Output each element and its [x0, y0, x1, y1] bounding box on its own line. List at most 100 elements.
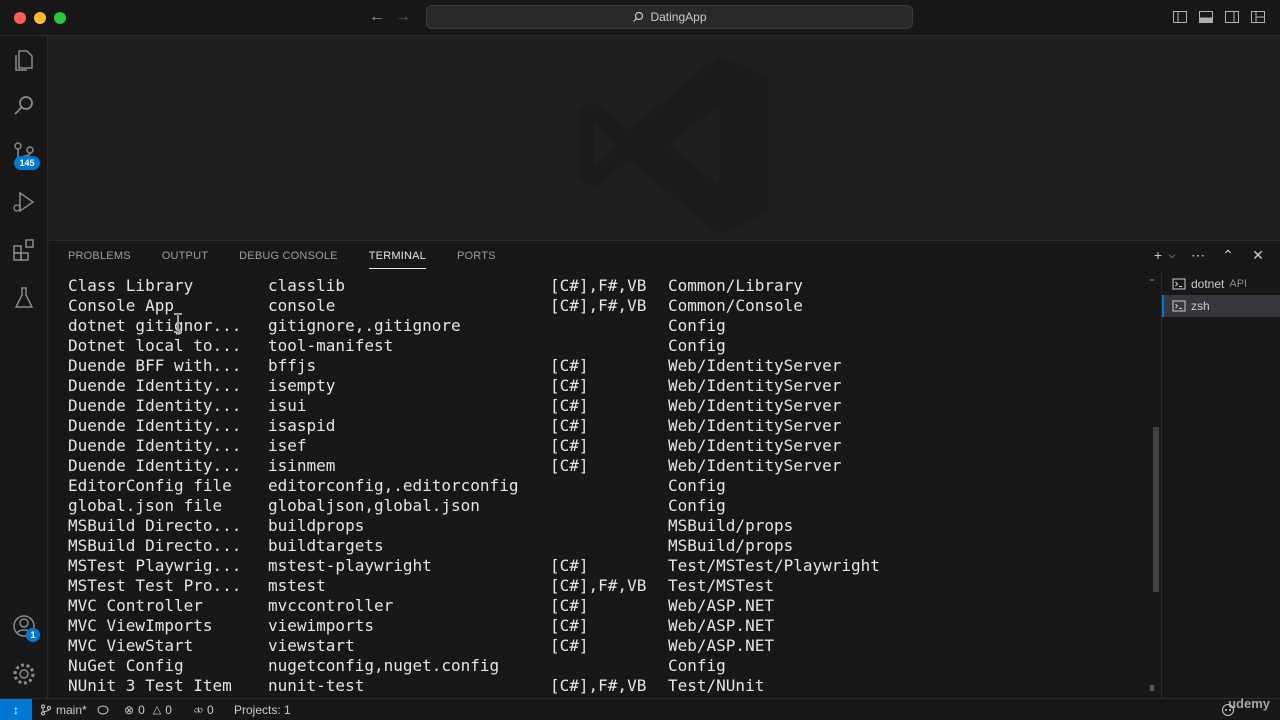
template-language: [C#]	[550, 616, 589, 635]
search-icon	[633, 11, 644, 22]
terminal-line: NuGet Config nugetconfig,nuget.config Conf…	[68, 656, 1148, 676]
command-center-search[interactable]: DatingApp	[426, 5, 913, 29]
terminal-line: MSTest Playwrig... mstest-playwright [C#] T…	[68, 556, 1148, 576]
terminal-line: Class Library classlib [C#],F#,VB Common/Li…	[68, 276, 1148, 296]
terminal-line: MVC Controller mvccontroller [C#] Web/ASP.N…	[68, 596, 1148, 616]
terminal-line: Duende Identity... isempty [C#] Web/Identit…	[68, 376, 1148, 396]
template-tags: Web/IdentityServer	[668, 356, 842, 375]
terminal-line: Console App console [C#],F#,VB Common/Conso…	[68, 296, 1148, 316]
template-name: Duende Identity...	[68, 416, 242, 435]
arrow-left-icon[interactable]: ←	[368, 8, 386, 26]
extensions-icon[interactable]	[10, 236, 38, 264]
terminal-line: Duende Identity... isui [C#] Web/IdentitySe…	[68, 396, 1148, 416]
panel-tabs: PROBLEMS OUTPUT DEBUG CONSOLE TERMINAL P…	[49, 241, 508, 271]
template-short-name: mstest-playwright	[268, 556, 432, 575]
terminal-line: MSTest Test Pro... mstest [C#],F#,VB Test/M…	[68, 576, 1148, 596]
template-short-name: buildtargets	[268, 536, 384, 555]
toggle-secondary-sidebar-icon[interactable]	[1224, 9, 1240, 25]
files-icon[interactable]	[10, 46, 38, 74]
tab-output[interactable]: OUTPUT	[143, 241, 220, 271]
customize-layout-icon[interactable]	[1250, 9, 1266, 25]
template-language: [C#]	[550, 436, 589, 455]
template-tags: Test/MSTest	[668, 576, 774, 595]
terminal-line: Duende Identity... isinmem [C#] Web/Identit…	[68, 456, 1148, 476]
maximize-panel-icon[interactable]: ⌃	[1220, 247, 1236, 263]
branch-label: main*	[56, 703, 87, 717]
template-tags: Test/MSTest/Playwright	[668, 556, 880, 575]
problems-status[interactable]: ⊗ 0 △ 0	[124, 699, 172, 720]
template-short-name: bffjs	[268, 356, 317, 375]
remote-indicator-icon[interactable]: ↕	[0, 699, 32, 720]
zoom-window-button[interactable]	[54, 12, 66, 24]
terminal-line: Duende Identity... isef [C#] Web/IdentitySe…	[68, 436, 1148, 456]
branch-status[interactable]: main*	[40, 699, 87, 720]
template-short-name: isef	[268, 436, 307, 455]
terminal-icon	[1172, 278, 1186, 290]
template-name: Duende Identity...	[68, 396, 242, 415]
terminal-item-dotnet[interactable]: dotnet API	[1162, 273, 1280, 295]
ports-status[interactable]: ⧞ 0	[194, 699, 214, 720]
search-icon[interactable]	[10, 92, 38, 120]
close-panel-icon[interactable]: ✕	[1250, 247, 1266, 263]
template-name: Console App	[68, 296, 174, 315]
template-language: [C#],F#,VB	[550, 276, 647, 295]
gear-icon[interactable]	[10, 660, 38, 688]
template-short-name: editorconfig,.editorconfig	[268, 476, 519, 495]
activity-bar: 145 1	[0, 36, 48, 698]
template-short-name: isempty	[268, 376, 336, 395]
template-name: MSBuild Directo...	[68, 516, 242, 535]
terminal-line: EditorConfig file editorconfig,.editorcon…	[68, 476, 1148, 496]
template-language: [C#]	[550, 636, 589, 655]
template-tags: Web/IdentityServer	[668, 416, 842, 435]
template-tags: Web/IdentityServer	[668, 456, 842, 475]
template-short-name: classlib	[268, 276, 346, 295]
terminal-item-sublabel: API	[1229, 278, 1248, 290]
template-tags: Web/IdentityServer	[668, 436, 842, 455]
terminal-line: MSBuild Directo... buildtargets MSBuild/pr…	[68, 536, 1148, 556]
template-short-name: gitignore,.gitignore	[268, 316, 461, 335]
command-center-label: DatingApp	[650, 10, 707, 24]
template-tags: Web/IdentityServer	[668, 396, 842, 415]
arrow-right-icon[interactable]: →	[394, 8, 412, 26]
template-language: [C#]	[550, 356, 589, 375]
tab-ports[interactable]: PORTS	[438, 241, 508, 271]
terminal-scrollbar-thumb[interactable]	[1153, 427, 1159, 592]
terminal-line: NUnit 3 Test Item nunit-test [C#],F#,VB Tes…	[68, 676, 1148, 696]
template-name: MSTest Test Pro...	[68, 576, 242, 595]
template-name: MVC ViewImports	[68, 616, 213, 635]
template-tags: Config	[668, 476, 726, 495]
template-tags: Web/ASP.NET	[668, 616, 774, 635]
projects-status[interactable]: Projects: 1	[234, 699, 291, 720]
sync-icon[interactable]	[96, 704, 110, 716]
chevron-down-icon[interactable]: ⌵	[1168, 247, 1176, 263]
editor-area[interactable]	[49, 36, 1280, 240]
template-language: [C#],F#,VB	[550, 296, 647, 315]
template-language: [C#],F#,VB	[550, 676, 647, 695]
tab-problems[interactable]: PROBLEMS	[49, 241, 143, 271]
more-actions-icon[interactable]: ⋯	[1190, 247, 1206, 263]
flask-icon[interactable]	[10, 284, 38, 312]
terminal-list: dotnet API zsh	[1161, 271, 1280, 699]
new-terminal-icon[interactable]: +	[1150, 247, 1166, 263]
toggle-primary-sidebar-icon[interactable]	[1172, 9, 1188, 25]
title-bar: ← → DatingApp	[0, 0, 1280, 36]
template-name: dotnet gitignor...	[68, 316, 242, 335]
template-tags: Config	[668, 336, 726, 355]
template-name: MVC Controller	[68, 596, 203, 615]
terminal-output[interactable]: Class Library classlib [C#],F#,VB Common/Li…	[68, 276, 1148, 696]
run-debug-icon[interactable]	[10, 188, 38, 216]
template-name: Dotnet local to...	[68, 336, 242, 355]
source-control-badge: 145	[14, 156, 40, 170]
template-tags: MSBuild/props	[668, 536, 794, 555]
ports-icon: ⧞	[194, 704, 203, 716]
close-window-button[interactable]	[14, 12, 26, 24]
minimize-window-button[interactable]	[34, 12, 46, 24]
tab-debug-console[interactable]: DEBUG CONSOLE	[220, 241, 350, 271]
terminal-item-zsh[interactable]: zsh	[1162, 295, 1280, 317]
tab-terminal[interactable]: TERMINAL	[350, 241, 438, 271]
template-language: [C#]	[550, 596, 589, 615]
toggle-panel-icon[interactable]	[1198, 9, 1214, 25]
ports-count: 0	[206, 703, 214, 717]
template-short-name: viewstart	[268, 636, 355, 655]
template-name: Duende Identity...	[68, 456, 242, 475]
